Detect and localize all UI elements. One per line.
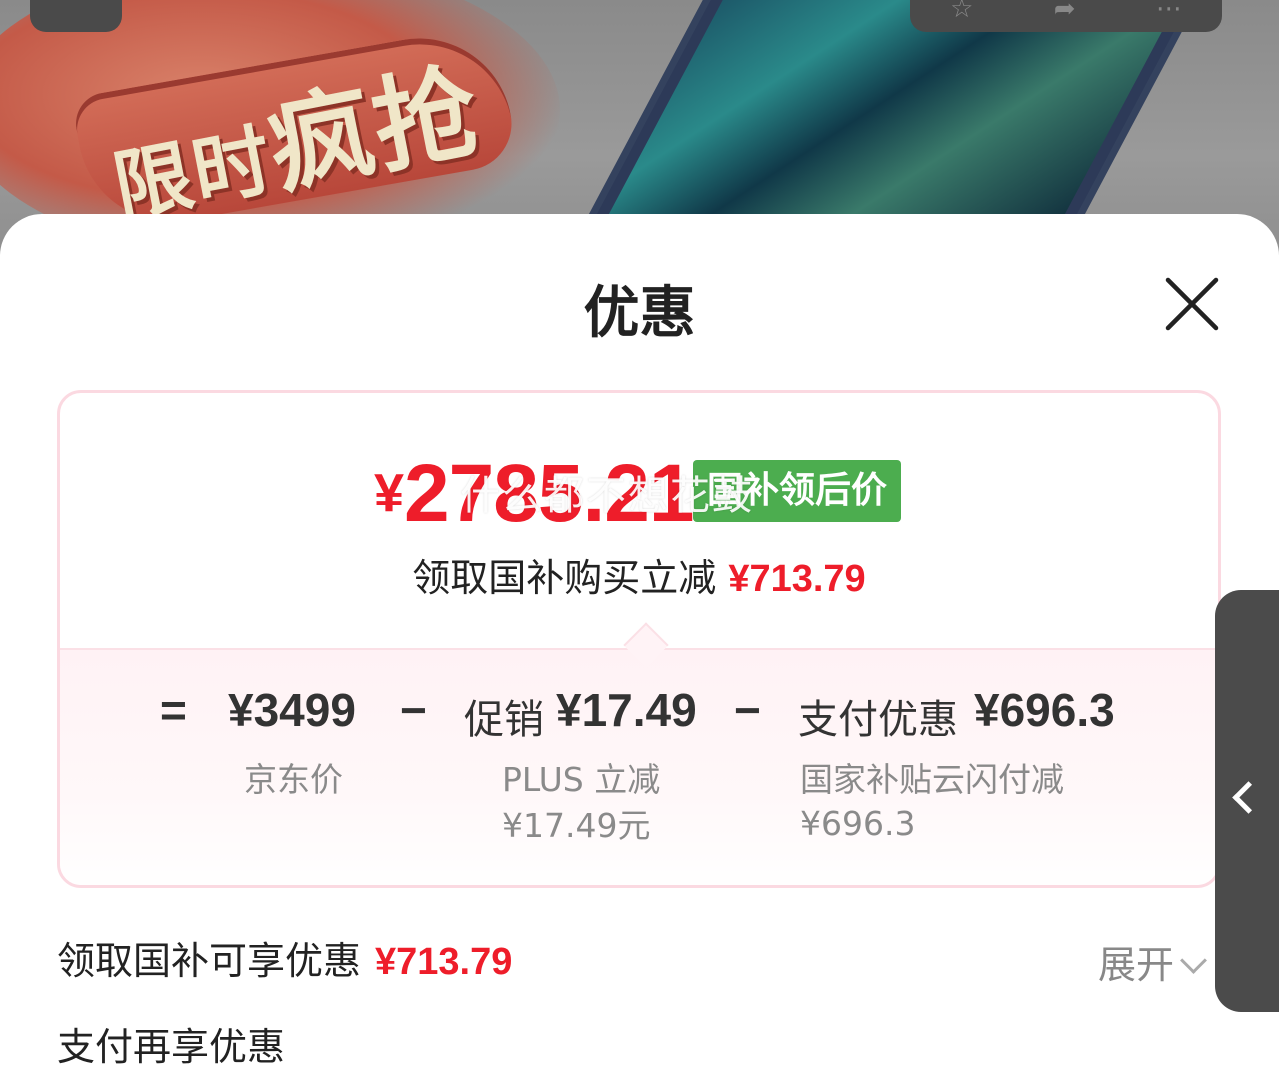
calculation-row: = ¥3499 − 促销 ¥17.49 − 支付优惠 ¥696.3	[60, 683, 1218, 743]
currency-symbol: ¥	[374, 463, 405, 523]
sheet-title: 优惠	[583, 281, 696, 346]
base-price: ¥3499	[228, 684, 356, 736]
promo-amount: ¥17.49	[556, 684, 697, 736]
laptop-screen	[590, 0, 1179, 248]
equals-sign: =	[160, 684, 187, 736]
minus-sign: −	[734, 684, 761, 736]
promo-label: 促销	[464, 697, 544, 743]
back-button[interactable]	[30, 0, 122, 32]
chevron-left-icon	[1232, 781, 1265, 814]
expand-button[interactable]: 展开	[1098, 934, 1207, 989]
side-drawer-tab[interactable]	[1215, 590, 1279, 1012]
discount-sheet: 优惠 ¥2785.21 国补领后价 什么都不想花鼓 领取国补购买立减 ¥713.7…	[0, 214, 1279, 1074]
payment-discount-detail: 国家补贴云闪付减	[800, 760, 1064, 799]
share-icon[interactable]: ➦	[1054, 0, 1076, 22]
subsidy-amount: ¥713.79	[375, 941, 513, 983]
saving-amount: ¥713.79	[728, 558, 866, 600]
more-icon[interactable]: ⋯	[1156, 0, 1182, 22]
saving-summary: 领取国补购买立减 ¥713.79	[60, 547, 1218, 602]
close-button[interactable]	[1162, 274, 1222, 334]
payment-discount-row[interactable]: 支付再享优惠	[57, 1016, 285, 1071]
payment-discount-detail-amount: ¥696.3	[800, 804, 916, 843]
price-card: ¥2785.21 国补领后价 什么都不想花鼓 领取国补购买立减 ¥713.79 =…	[57, 390, 1221, 888]
minus-sign: −	[400, 684, 427, 736]
watermark: 什么都不想花鼓	[460, 473, 754, 519]
saving-label: 领取国补购买立减	[412, 556, 717, 600]
promo-detail: PLUS 立减	[502, 760, 661, 799]
payment-discount-amount: ¥696.3	[974, 684, 1115, 736]
payment-discount-label: 支付优惠	[798, 697, 958, 743]
base-price-label: 京东价	[244, 760, 343, 799]
subsidy-discount-row: 领取国补可享优惠 ¥713.79	[57, 930, 512, 985]
favorite-icon[interactable]: ☆	[950, 0, 973, 22]
subsidy-label: 领取国补可享优惠	[57, 939, 362, 983]
expand-label: 展开	[1098, 943, 1175, 987]
promo-detail-amount: ¥17.49元	[502, 806, 651, 845]
close-icon	[1165, 277, 1219, 331]
chevron-down-icon	[1180, 947, 1207, 974]
top-actions: ☆ ➦ ⋯	[910, 0, 1222, 32]
